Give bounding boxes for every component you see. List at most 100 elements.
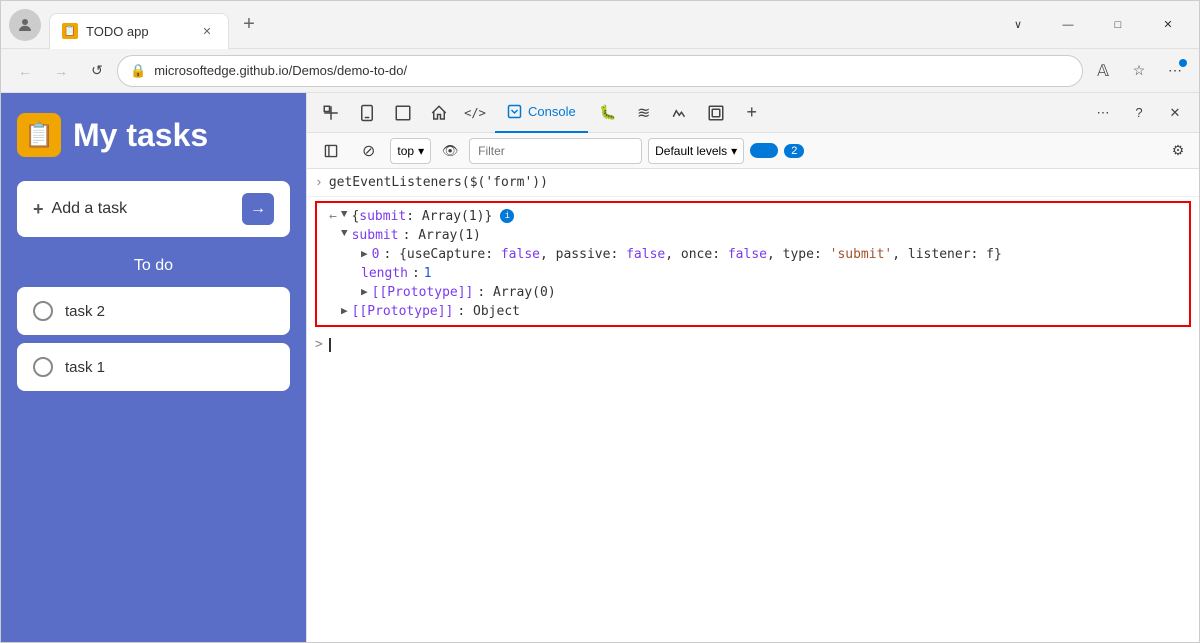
devtools-toolbar: </> Console 🐛 ≋ + ⋯ ? ✕ xyxy=(307,93,1199,133)
dt-help-button[interactable]: ? xyxy=(1123,97,1155,129)
next-prompt-symbol: > xyxy=(315,337,323,352)
task-checkbox-2[interactable] xyxy=(33,301,53,321)
result-key-0: 0 xyxy=(372,247,380,262)
maximize-button[interactable]: □ xyxy=(1095,9,1141,41)
task-item-1[interactable]: task 1 xyxy=(17,343,290,391)
read-aloud-button[interactable]: 𝔸 xyxy=(1087,55,1119,87)
new-tab-button[interactable]: + xyxy=(233,9,265,41)
tab-bar: 📋 TODO app ✕ + xyxy=(49,7,265,43)
dt-source-button[interactable]: </> xyxy=(459,97,491,129)
expand-icon-6[interactable]: ▶ xyxy=(341,304,348,318)
dt-add-button[interactable]: + xyxy=(736,97,768,129)
console-command-text: getEventListeners($('form')) xyxy=(329,175,548,190)
console-filter-input[interactable] xyxy=(469,138,642,164)
dt-console-label: Console xyxy=(528,104,576,119)
result-obj-preview: {submit: Array(1)} xyxy=(351,209,492,224)
dt-box-button[interactable] xyxy=(700,97,732,129)
console-result-block: ← ▼ {submit: Array(1)} i ▼ submit : Arra… xyxy=(315,201,1191,327)
window-controls: ∨ — □ ✕ xyxy=(995,9,1191,41)
console-context-label: top xyxy=(397,144,414,158)
task-item-2[interactable]: task 2 xyxy=(17,287,290,335)
tab-close-button[interactable]: ✕ xyxy=(198,22,216,40)
result-colon-2: : Array(1) xyxy=(403,228,481,243)
console-sidebar-button[interactable] xyxy=(315,138,347,164)
console-clear-button[interactable]: ⊘ xyxy=(353,138,384,164)
dt-bug-button[interactable]: 🐛 xyxy=(592,97,624,129)
address-bar[interactable]: 🔒 microsoftedge.github.io/Demos/demo-to-… xyxy=(117,55,1083,87)
info-icon[interactable]: i xyxy=(500,209,514,223)
lock-icon: 🔒 xyxy=(130,63,146,79)
add-task-button[interactable]: + Add a task → xyxy=(17,181,290,237)
chevron-button[interactable]: ∨ xyxy=(995,9,1041,41)
console-context-select[interactable]: top ▾ xyxy=(390,138,431,164)
nav-bar: ← → ↺ 🔒 microsoftedge.github.io/Demos/de… xyxy=(1,49,1199,93)
task-label-2: task 2 xyxy=(65,303,105,320)
console-result-line-3: ▶ 0 : {useCapture: false, passive: false… xyxy=(317,245,1189,264)
add-task-plus-icon: + xyxy=(33,199,44,220)
result-val-0: : {useCapture: false, passive: false, on… xyxy=(383,247,1001,262)
dt-more-button[interactable]: ⋯ xyxy=(1087,97,1119,129)
console-result-line-5: ▶ [[Prototype]] : Array(0) xyxy=(317,283,1189,302)
task-checkbox-1[interactable] xyxy=(33,357,53,377)
console-context-arrow: ▾ xyxy=(418,144,424,158)
result-key-submit: submit xyxy=(352,228,399,243)
result-colon-4: : xyxy=(412,266,420,281)
console-toolbar: ⊘ top ▾ 👁 Default levels ▾ 2 ⚙ xyxy=(307,133,1199,169)
console-result-line-1: ← ▼ {submit: Array(1)} i xyxy=(317,207,1189,226)
app-icon: 📋 xyxy=(17,113,61,157)
expand-icon-1[interactable]: ▼ xyxy=(341,209,348,221)
app-title: My tasks xyxy=(73,117,208,154)
tab-favicon: 📋 xyxy=(62,23,78,39)
dt-device-button[interactable] xyxy=(351,97,383,129)
result-val-proto2: : Object xyxy=(457,304,520,319)
expand-icon-3[interactable]: ▶ xyxy=(361,247,368,261)
nav-right-icons: 𝔸 ☆ ⋯ xyxy=(1087,55,1191,87)
app-sidebar: 📋 My tasks + Add a task → To do task 2 t… xyxy=(1,93,306,642)
app-header: 📋 My tasks xyxy=(17,113,290,157)
dt-home-button[interactable] xyxy=(423,97,455,129)
dt-close-button[interactable]: ✕ xyxy=(1159,97,1191,129)
title-bar: 📋 TODO app ✕ + ∨ — □ ✕ xyxy=(1,1,1199,49)
close-button[interactable]: ✕ xyxy=(1145,9,1191,41)
title-bar-left: 📋 TODO app ✕ + xyxy=(9,7,995,43)
console-next-prompt-line: > xyxy=(307,331,1199,358)
console-result-prompt: ← xyxy=(329,209,337,224)
extensions-button[interactable]: ⋯ xyxy=(1159,55,1191,87)
dt-inspect-button[interactable] xyxy=(315,97,347,129)
console-error-badge xyxy=(750,143,778,157)
section-title: To do xyxy=(17,257,290,275)
active-tab[interactable]: 📋 TODO app ✕ xyxy=(49,13,229,49)
expand-icon-2[interactable]: ▼ xyxy=(341,228,348,240)
refresh-button[interactable]: ↺ xyxy=(81,55,113,87)
forward-button[interactable]: → xyxy=(45,55,77,87)
result-key-proto1: [[Prototype]] xyxy=(372,285,474,300)
url-display: microsoftedge.github.io/Demos/demo-to-do… xyxy=(154,63,407,78)
add-task-label: Add a task xyxy=(52,200,234,218)
result-val-length: 1 xyxy=(424,266,432,281)
expand-icon-5[interactable]: ▶ xyxy=(361,285,368,299)
profile-icon[interactable] xyxy=(9,9,41,41)
console-result-line-2: ▼ submit : Array(1) xyxy=(317,226,1189,245)
console-input-line: › getEventListeners($('form')) xyxy=(307,169,1199,197)
console-level-arrow: ▾ xyxy=(731,144,737,158)
dt-network-button[interactable]: ≋ xyxy=(628,97,660,129)
back-button[interactable]: ← xyxy=(9,55,41,87)
task-label-1: task 1 xyxy=(65,359,105,376)
favorites-button[interactable]: ☆ xyxy=(1123,55,1155,87)
dt-elements-button[interactable] xyxy=(387,97,419,129)
dt-console-tab[interactable]: Console xyxy=(495,93,588,133)
browser-window: 📋 TODO app ✕ + ∨ — □ ✕ ← → ↺ 🔒 microsoft… xyxy=(0,0,1200,643)
console-level-label: Default levels xyxy=(655,144,727,158)
console-output: › getEventListeners($('form')) ← ▼ {subm… xyxy=(307,169,1199,642)
result-key-proto2: [[Prototype]] xyxy=(352,304,454,319)
console-level-select[interactable]: Default levels ▾ xyxy=(648,138,744,164)
console-settings-button[interactable]: ⚙ xyxy=(1165,138,1191,164)
tab-title: TODO app xyxy=(86,24,190,39)
minimize-button[interactable]: — xyxy=(1045,9,1091,41)
dt-perf-button[interactable] xyxy=(664,97,696,129)
result-key-length: length xyxy=(361,266,408,281)
console-eye-button[interactable]: 👁 xyxy=(437,138,463,164)
add-task-arrow-icon: → xyxy=(242,193,274,225)
console-result-line-4: length : 1 xyxy=(317,264,1189,283)
main-content: 📋 My tasks + Add a task → To do task 2 t… xyxy=(1,93,1199,642)
